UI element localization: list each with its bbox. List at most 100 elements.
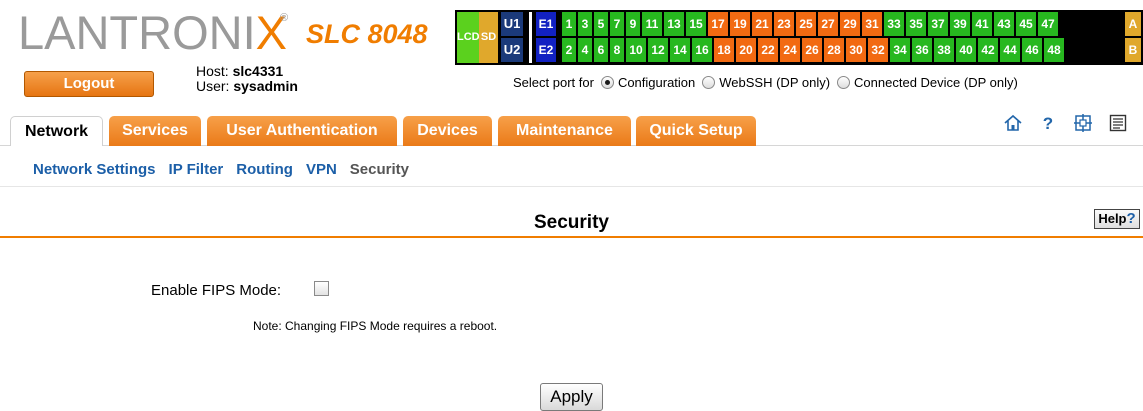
port-b[interactable]: B (1125, 38, 1141, 62)
device-port-41[interactable]: 41 (972, 12, 992, 36)
device-port-row-odd: 1 3 5 7 9 11 13 15 17 19 21 23 25 27 29 31 33 35 37 39 41 43 4… (562, 12, 1058, 36)
toolbar-icons: ? (1003, 113, 1128, 133)
device-port-1[interactable]: 1 (562, 12, 576, 36)
usb-port-u1[interactable]: U1 (501, 12, 523, 36)
subnav-vpn[interactable]: VPN (306, 161, 337, 178)
device-port-3[interactable]: 3 (578, 12, 592, 36)
radio-connected-device-label[interactable]: Connected Device (DP only) (854, 75, 1018, 90)
port-a[interactable]: A (1125, 12, 1141, 36)
device-port-32[interactable]: 32 (868, 38, 888, 62)
radio-webssh[interactable] (702, 76, 716, 89)
logo-wordmark: LANTRONI (18, 6, 256, 59)
select-port-for: Select port for Configuration WebSSH (DP… (513, 75, 1018, 90)
lantronix-logo: LANTRONIX ® SLC 8048 (18, 6, 428, 59)
device-port-28[interactable]: 28 (824, 38, 844, 62)
device-port-44[interactable]: 44 (1000, 38, 1020, 62)
device-port-21[interactable]: 21 (752, 12, 772, 36)
device-port-43[interactable]: 43 (994, 12, 1014, 36)
help-icon[interactable]: ? (1038, 113, 1058, 133)
device-port-22[interactable]: 22 (758, 38, 778, 62)
tab-services[interactable]: Services (109, 116, 201, 146)
user-label: User: (196, 78, 230, 94)
device-port-18[interactable]: 18 (714, 38, 734, 62)
sub-navigation: Network Settings IP Filter Routing VPN S… (33, 161, 409, 178)
svg-text:?: ? (1043, 114, 1053, 133)
product-model: SLC 8048 (306, 19, 428, 49)
device-port-39[interactable]: 39 (950, 12, 970, 36)
help-mark-icon: ? (1126, 210, 1136, 227)
lcd-indicator[interactable]: LCD (457, 12, 480, 63)
tab-user-authentication[interactable]: User Authentication (207, 116, 397, 146)
device-port-27[interactable]: 27 (818, 12, 838, 36)
page-title: Security (534, 212, 609, 233)
device-port-23[interactable]: 23 (774, 12, 794, 36)
device-port-37[interactable]: 37 (928, 12, 948, 36)
device-port-8[interactable]: 8 (610, 38, 624, 62)
device-port-34[interactable]: 34 (890, 38, 910, 62)
device-port-15[interactable]: 15 (686, 12, 706, 36)
device-port-9[interactable]: 9 (626, 12, 640, 36)
device-port-47[interactable]: 47 (1038, 12, 1058, 36)
device-port-4[interactable]: 4 (578, 38, 592, 62)
session-info: Host: slc4331 User: sysadmin (196, 64, 298, 94)
device-port-35[interactable]: 35 (906, 12, 926, 36)
fips-mode-checkbox[interactable] (314, 281, 329, 296)
device-port-2[interactable]: 2 (562, 38, 576, 62)
device-port-6[interactable]: 6 (594, 38, 608, 62)
device-port-40[interactable]: 40 (956, 38, 976, 62)
device-port-31[interactable]: 31 (862, 12, 882, 36)
main-tab-bar: Network Services User Authentication Dev… (0, 116, 1143, 146)
logout-button[interactable]: Logout (24, 71, 154, 97)
subnav-security[interactable]: Security (350, 161, 409, 178)
radio-webssh-label[interactable]: WebSSH (DP only) (719, 75, 830, 90)
subnav-ip-filter[interactable]: IP Filter (169, 161, 224, 178)
device-port-row-even: 2 4 6 8 10 12 14 16 18 20 22 24 26 28 30 32 34 36 38 40 42 44… (562, 38, 1064, 62)
device-port-14[interactable]: 14 (670, 38, 690, 62)
device-port-30[interactable]: 30 (846, 38, 866, 62)
device-port-10[interactable]: 10 (626, 38, 646, 62)
device-port-7[interactable]: 7 (610, 12, 624, 36)
device-port-38[interactable]: 38 (934, 38, 954, 62)
device-port-46[interactable]: 46 (1022, 38, 1042, 62)
device-port-45[interactable]: 45 (1016, 12, 1036, 36)
radio-connected-device[interactable] (837, 76, 851, 89)
device-port-5[interactable]: 5 (594, 12, 608, 36)
tab-network[interactable]: Network (10, 116, 103, 146)
subnav-routing[interactable]: Routing (236, 161, 293, 178)
logo-registered-mark: ® (280, 12, 289, 24)
device-port-12[interactable]: 12 (648, 38, 668, 62)
tab-maintenance[interactable]: Maintenance (498, 116, 631, 146)
radio-configuration[interactable] (600, 76, 614, 89)
tab-devices[interactable]: Devices (403, 116, 492, 146)
ethernet-port-e2[interactable]: E2 (536, 38, 556, 62)
device-port-29[interactable]: 29 (840, 12, 860, 36)
device-port-20[interactable]: 20 (736, 38, 756, 62)
site-map-icon[interactable] (1073, 113, 1093, 133)
apply-button[interactable]: Apply (540, 383, 603, 411)
device-port-19[interactable]: 19 (730, 12, 750, 36)
device-port-36[interactable]: 36 (912, 38, 932, 62)
radio-configuration-label[interactable]: Configuration (618, 75, 695, 90)
ethernet-port-e1[interactable]: E1 (536, 12, 556, 36)
device-port-16[interactable]: 16 (692, 38, 712, 62)
subnav-network-settings[interactable]: Network Settings (33, 161, 156, 178)
sd-indicator[interactable]: SD (479, 12, 498, 63)
device-port-33[interactable]: 33 (884, 12, 904, 36)
device-port-26[interactable]: 26 (802, 38, 822, 62)
help-button[interactable]: Help? (1094, 209, 1140, 229)
log-icon[interactable] (1108, 113, 1128, 133)
device-port-42[interactable]: 42 (978, 38, 998, 62)
device-port-13[interactable]: 13 (664, 12, 684, 36)
device-port-17[interactable]: 17 (708, 12, 728, 36)
host-label: Host: (196, 63, 229, 79)
device-port-25[interactable]: 25 (796, 12, 816, 36)
fips-mode-label: Enable FIPS Mode: (151, 282, 282, 299)
select-port-label: Select port for (513, 75, 594, 90)
usb-port-u2[interactable]: U2 (501, 38, 523, 62)
tab-quick-setup[interactable]: Quick Setup (636, 116, 756, 146)
device-port-24[interactable]: 24 (780, 38, 800, 62)
device-port-11[interactable]: 11 (642, 12, 662, 36)
title-rule (0, 236, 1143, 238)
device-port-48[interactable]: 48 (1044, 38, 1064, 62)
home-icon[interactable] (1003, 113, 1023, 133)
